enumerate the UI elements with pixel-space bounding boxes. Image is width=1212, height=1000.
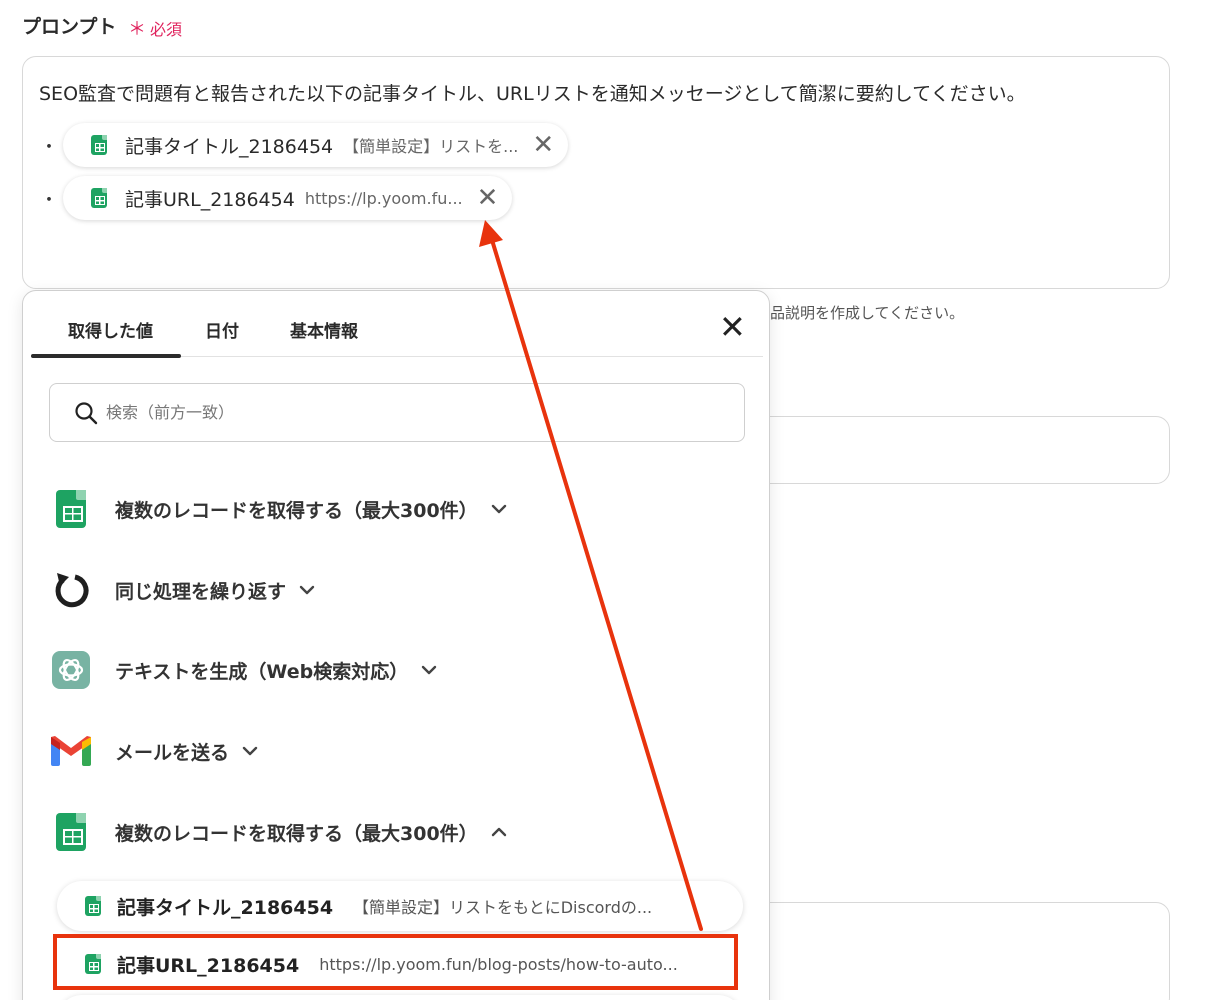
help-text: 品説明を作成してください。	[770, 304, 965, 322]
chatgpt-icon	[52, 651, 90, 689]
group-label: メールを送る	[115, 741, 230, 764]
search-icon	[75, 401, 98, 424]
list-bullet: ・	[40, 137, 58, 158]
google-sheets-icon	[85, 896, 101, 916]
chip-name: 記事タイトル_2186454	[125, 135, 334, 158]
variable-chip-url[interactable]: 記事URL_2186454 https://lp.yoom.fu... ✕	[63, 176, 513, 220]
google-sheets-icon	[56, 813, 86, 851]
result-item-partial[interactable]	[57, 995, 743, 1000]
group-label: テキストを生成（Web検索対応）	[115, 660, 409, 683]
required-text: 必須	[150, 20, 183, 39]
result-name: 記事タイトル_2186454	[117, 896, 334, 919]
field-label: プロンプト	[22, 16, 117, 38]
chip-value: 【簡単設定】リストを...	[343, 137, 519, 156]
group-loop[interactable]: 同じ処理を繰り返す	[49, 566, 316, 614]
result-value: 【簡単設定】リストをもとにDiscordの...	[353, 898, 653, 917]
group-get-records[interactable]: 複数のレコードを取得する（最大300件）	[49, 485, 508, 533]
chip-name: 記事URL_2186454	[125, 188, 295, 211]
close-icon[interactable]: ✕	[477, 185, 499, 211]
group-label: 同じ処理を繰り返す	[115, 580, 287, 603]
prompt-text: SEO監査で問題有と報告された以下の記事タイトル、URLリストを通知メッセージと…	[39, 83, 1026, 105]
chevron-down-icon	[491, 504, 506, 514]
variable-chip-title[interactable]: 記事タイトル_2186454 【簡単設定】リストを... ✕	[63, 123, 569, 167]
variable-picker-popup: 取得した値 日付 基本情報 ✕ 複数のレコードを取得する（最大300件） 同じ処…	[22, 290, 770, 1000]
result-item-title[interactable]: 記事タイトル_2186454 【簡単設定】リストをもとにDiscordの...	[57, 881, 743, 931]
close-icon[interactable]: ✕	[532, 132, 554, 158]
background-input[interactable]	[740, 416, 1170, 484]
group-get-records-expanded[interactable]: 複数のレコードを取得する（最大300件）	[49, 808, 508, 856]
close-icon[interactable]: ✕	[719, 311, 746, 343]
required-star: ＊	[128, 19, 146, 40]
tab-date[interactable]: 日付	[205, 317, 239, 342]
chevron-down-icon	[422, 665, 437, 675]
google-sheets-icon	[91, 188, 107, 208]
tab-fetched-values[interactable]: 取得した値	[68, 317, 153, 342]
chip-value: https://lp.yoom.fu...	[304, 188, 463, 208]
group-label: 複数のレコードを取得する（最大300件）	[115, 499, 478, 522]
chevron-down-icon	[242, 746, 258, 756]
google-sheets-icon	[91, 135, 107, 155]
list-bullet: ・	[40, 190, 58, 211]
search-input[interactable]	[106, 403, 686, 422]
background-input[interactable]	[740, 902, 1170, 1000]
chevron-up-icon	[491, 827, 506, 837]
group-label: 複数のレコードを取得する（最大300件）	[115, 822, 478, 845]
tab-basic-info[interactable]: 基本情報	[290, 317, 358, 342]
loop-icon	[55, 573, 89, 608]
group-send-mail[interactable]: メールを送る	[49, 727, 259, 775]
active-tab-indicator	[31, 354, 181, 358]
chevron-down-icon	[299, 585, 315, 595]
search-box[interactable]	[49, 383, 745, 442]
prompt-textarea[interactable]: SEO監査で問題有と報告された以下の記事タイトル、URLリストを通知メッセージと…	[22, 56, 1170, 289]
tab-bar: 取得した値 日付 基本情報	[31, 291, 763, 358]
highlight-box	[53, 934, 738, 990]
required-badge: ＊必須	[128, 15, 182, 41]
google-sheets-icon	[56, 490, 86, 528]
group-generate-text[interactable]: テキストを生成（Web検索対応）	[49, 646, 438, 694]
gmail-icon	[51, 736, 91, 766]
